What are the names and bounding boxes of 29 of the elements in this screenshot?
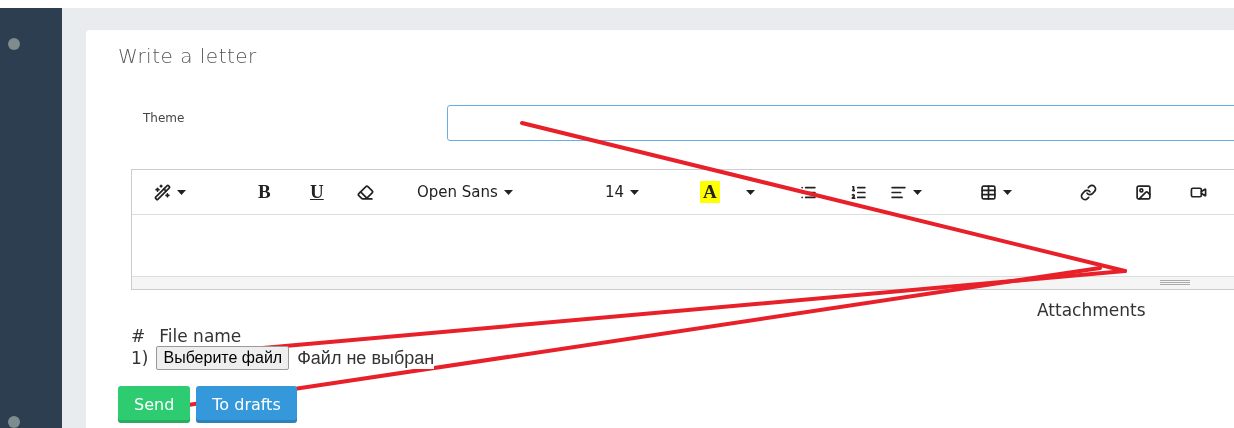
table-icon: [980, 183, 997, 201]
column-header: #: [131, 326, 146, 346]
bold-button[interactable]: B: [258, 181, 310, 203]
choose-file-button[interactable]: Выберите файл: [156, 346, 290, 370]
underline-button[interactable]: U: [310, 181, 357, 203]
caret-icon: [913, 189, 922, 195]
caret-icon: [177, 189, 186, 195]
sidebar-icon[interactable]: [8, 38, 20, 50]
font-family-dropdown[interactable]: Open Sans: [417, 183, 605, 201]
caret-icon: [503, 189, 513, 195]
theme-label: Theme: [142, 110, 186, 127]
text-color-button[interactable]: A: [700, 181, 800, 203]
eraser-icon: [357, 183, 374, 201]
link-icon: [1080, 183, 1097, 201]
resize-handle-icon[interactable]: [1160, 280, 1190, 285]
row-index: 1): [131, 348, 149, 368]
image-icon: [1135, 183, 1152, 201]
caret-icon: [745, 189, 755, 195]
numbered-list-icon: [850, 183, 867, 201]
magic-wand-icon: [154, 183, 171, 201]
caret-icon: [1003, 189, 1012, 195]
caret-icon: [630, 189, 640, 195]
page-title: Write a letter: [118, 44, 258, 68]
attachments-heading: Attachments: [1037, 300, 1147, 320]
sidebar-icon[interactable]: [8, 416, 20, 428]
font-size-dropdown[interactable]: 14: [605, 183, 700, 201]
file-status: Файл не выбран: [297, 347, 435, 369]
column-header: File name: [159, 326, 242, 346]
theme-input[interactable]: [447, 105, 1234, 141]
